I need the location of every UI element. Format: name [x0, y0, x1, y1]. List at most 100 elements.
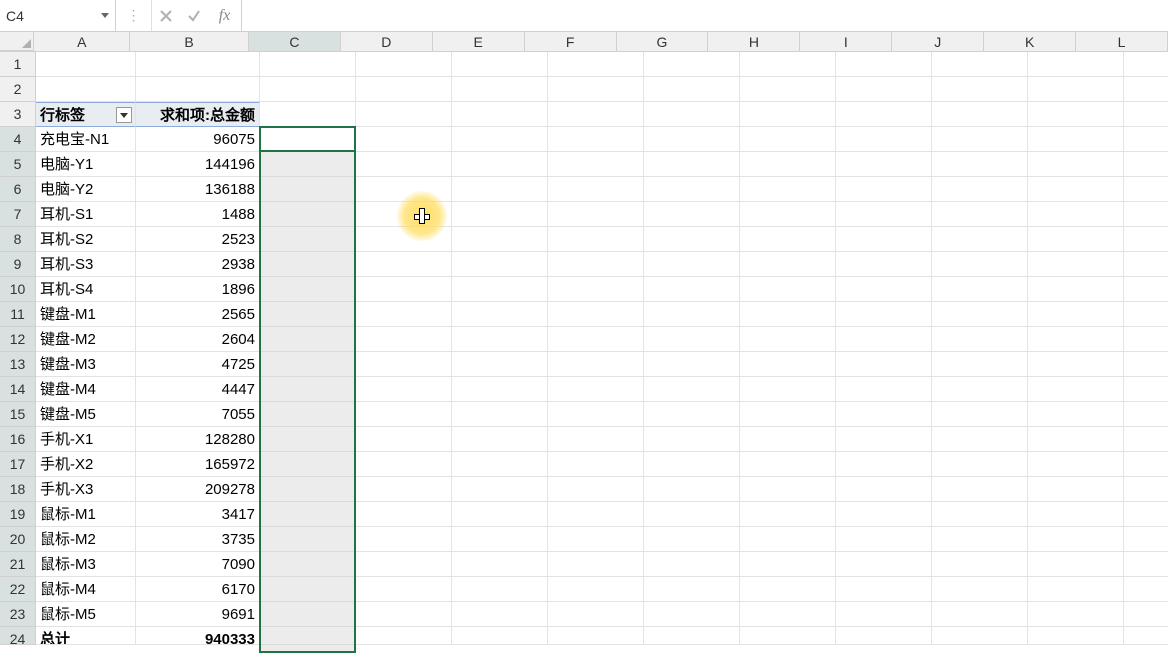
cell-G2[interactable]: [644, 77, 740, 102]
cell-J22[interactable]: [932, 577, 1028, 602]
cell-H24[interactable]: [740, 627, 836, 645]
cell-E12[interactable]: [452, 327, 548, 352]
cell-D13[interactable]: [356, 352, 452, 377]
pivot-filter-dropdown-icon[interactable]: [116, 107, 132, 123]
cell-H23[interactable]: [740, 602, 836, 627]
cell-A24-total-label[interactable]: 总计: [36, 627, 136, 645]
cell-D11[interactable]: [356, 302, 452, 327]
cell-H10[interactable]: [740, 277, 836, 302]
cell-E5[interactable]: [452, 152, 548, 177]
cell-E21[interactable]: [452, 552, 548, 577]
row-header-17[interactable]: 17: [0, 452, 36, 477]
cell-E4[interactable]: [452, 127, 548, 152]
spreadsheet-grid[interactable]: A B C D E F G H I J K L 1 2: [0, 32, 1168, 657]
cell-K19[interactable]: [1028, 502, 1124, 527]
cell-K13[interactable]: [1028, 352, 1124, 377]
cell-G11[interactable]: [644, 302, 740, 327]
cell-F13[interactable]: [548, 352, 644, 377]
cell-G19[interactable]: [644, 502, 740, 527]
cell-E22[interactable]: [452, 577, 548, 602]
cell-H22[interactable]: [740, 577, 836, 602]
cell-E24[interactable]: [452, 627, 548, 645]
cell-L11[interactable]: [1124, 302, 1168, 327]
cell-D17[interactable]: [356, 452, 452, 477]
cell-K6[interactable]: [1028, 177, 1124, 202]
cell-B16[interactable]: 128280: [136, 427, 260, 452]
cell-E11[interactable]: [452, 302, 548, 327]
cell-I4[interactable]: [836, 127, 932, 152]
cell-J13[interactable]: [932, 352, 1028, 377]
cell-L18[interactable]: [1124, 477, 1168, 502]
cell-H1[interactable]: [740, 52, 836, 77]
cell-I5[interactable]: [836, 152, 932, 177]
cell-F2[interactable]: [548, 77, 644, 102]
col-header-B[interactable]: B: [130, 32, 249, 51]
cell-C1[interactable]: [260, 52, 356, 77]
cell-K8[interactable]: [1028, 227, 1124, 252]
cell-E7[interactable]: [452, 202, 548, 227]
cell-G15[interactable]: [644, 402, 740, 427]
cell-G9[interactable]: [644, 252, 740, 277]
cell-I22[interactable]: [836, 577, 932, 602]
cell-D7[interactable]: [356, 202, 452, 227]
cell-K3[interactable]: [1028, 102, 1124, 127]
cell-J12[interactable]: [932, 327, 1028, 352]
row-header-22[interactable]: 22: [0, 577, 36, 602]
cell-I1[interactable]: [836, 52, 932, 77]
cell-J9[interactable]: [932, 252, 1028, 277]
cell-G14[interactable]: [644, 377, 740, 402]
cell-G5[interactable]: [644, 152, 740, 177]
cell-B17[interactable]: 165972: [136, 452, 260, 477]
cell-L7[interactable]: [1124, 202, 1168, 227]
cell-K2[interactable]: [1028, 77, 1124, 102]
cell-H11[interactable]: [740, 302, 836, 327]
cell-J3[interactable]: [932, 102, 1028, 127]
cell-L12[interactable]: [1124, 327, 1168, 352]
cell-F16[interactable]: [548, 427, 644, 452]
cell-F24[interactable]: [548, 627, 644, 645]
cell-D1[interactable]: [356, 52, 452, 77]
cell-I11[interactable]: [836, 302, 932, 327]
cell-E2[interactable]: [452, 77, 548, 102]
cell-F11[interactable]: [548, 302, 644, 327]
cell-D10[interactable]: [356, 277, 452, 302]
cell-C24[interactable]: [260, 627, 356, 645]
cell-E20[interactable]: [452, 527, 548, 552]
cell-B1[interactable]: [136, 52, 260, 77]
cell-I19[interactable]: [836, 502, 932, 527]
row-header-3[interactable]: 3: [0, 102, 36, 127]
cell-J20[interactable]: [932, 527, 1028, 552]
cell-H18[interactable]: [740, 477, 836, 502]
cell-H20[interactable]: [740, 527, 836, 552]
cell-G13[interactable]: [644, 352, 740, 377]
cell-C9[interactable]: [260, 252, 356, 277]
cell-E15[interactable]: [452, 402, 548, 427]
cell-L17[interactable]: [1124, 452, 1168, 477]
cell-K4[interactable]: [1028, 127, 1124, 152]
cell-H4[interactable]: [740, 127, 836, 152]
cell-A1[interactable]: [36, 52, 136, 77]
col-header-K[interactable]: K: [984, 32, 1076, 51]
cell-D18[interactable]: [356, 477, 452, 502]
cell-B21[interactable]: 7090: [136, 552, 260, 577]
cell-I14[interactable]: [836, 377, 932, 402]
cell-G22[interactable]: [644, 577, 740, 602]
cell-F3[interactable]: [548, 102, 644, 127]
cell-G20[interactable]: [644, 527, 740, 552]
cell-A11[interactable]: 键盘-M1: [36, 302, 136, 327]
cell-E19[interactable]: [452, 502, 548, 527]
cell-K11[interactable]: [1028, 302, 1124, 327]
cell-C15[interactable]: [260, 402, 356, 427]
cell-A20[interactable]: 鼠标-M2: [36, 527, 136, 552]
cell-D6[interactable]: [356, 177, 452, 202]
cell-H9[interactable]: [740, 252, 836, 277]
cell-C10[interactable]: [260, 277, 356, 302]
cell-H7[interactable]: [740, 202, 836, 227]
cell-J17[interactable]: [932, 452, 1028, 477]
cell-A10[interactable]: 耳机-S4: [36, 277, 136, 302]
cell-J2[interactable]: [932, 77, 1028, 102]
cell-A14[interactable]: 键盘-M4: [36, 377, 136, 402]
cell-G18[interactable]: [644, 477, 740, 502]
cell-K10[interactable]: [1028, 277, 1124, 302]
col-header-H[interactable]: H: [708, 32, 800, 51]
